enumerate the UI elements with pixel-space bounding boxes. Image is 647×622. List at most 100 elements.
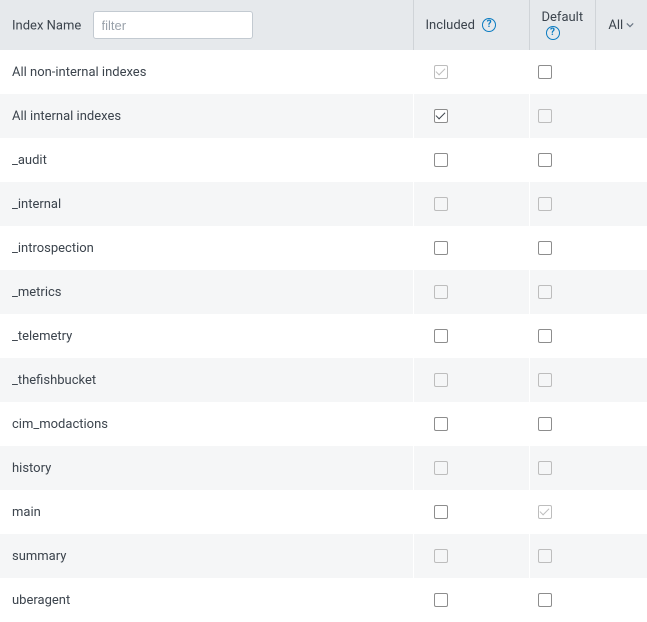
header-default: Default ? <box>529 0 595 50</box>
index-name-cell: All internal indexes <box>0 94 413 138</box>
default-cell <box>529 402 647 446</box>
chevron-down-icon <box>626 18 634 33</box>
all-dropdown-button[interactable]: All <box>608 18 634 33</box>
table-row: _metrics <box>0 270 647 314</box>
default-cell <box>529 490 647 534</box>
default-checkbox <box>538 285 552 299</box>
table-row: _internal <box>0 182 647 226</box>
index-name-cell: summary <box>0 534 413 578</box>
default-cell <box>529 534 647 578</box>
included-cell <box>413 226 529 270</box>
default-cell <box>529 578 647 622</box>
index-name: All non-internal indexes <box>12 65 146 80</box>
included-checkbox <box>434 65 448 79</box>
table-row: _thefishbucket <box>0 358 647 402</box>
index-name-cell: _introspection <box>0 226 413 270</box>
default-cell <box>529 358 647 402</box>
included-cell <box>413 94 529 138</box>
index-name: _audit <box>12 153 47 168</box>
included-checkbox[interactable] <box>434 153 448 167</box>
index-name-cell: _metrics <box>0 270 413 314</box>
index-name-cell: history <box>0 446 413 490</box>
included-checkbox[interactable] <box>434 241 448 255</box>
index-name-label: Index Name <box>12 19 81 34</box>
index-name: _introspection <box>12 241 94 256</box>
index-name: history <box>12 461 51 476</box>
all-label: All <box>608 18 623 33</box>
header-index-name: Index Name <box>0 0 413 50</box>
index-name-cell: main <box>0 490 413 534</box>
default-checkbox[interactable] <box>538 593 552 607</box>
default-cell <box>529 182 647 226</box>
index-name: main <box>12 505 41 520</box>
included-checkbox[interactable] <box>434 417 448 431</box>
included-checkbox[interactable] <box>434 505 448 519</box>
included-cell <box>413 578 529 622</box>
default-checkbox[interactable] <box>538 329 552 343</box>
index-name-cell: _audit <box>0 138 413 182</box>
included-cell <box>413 138 529 182</box>
help-icon[interactable]: ? <box>546 26 560 40</box>
default-checkbox[interactable] <box>538 241 552 255</box>
index-name: All internal indexes <box>12 109 121 124</box>
default-checkbox[interactable] <box>538 417 552 431</box>
included-cell <box>413 314 529 358</box>
default-checkbox[interactable] <box>538 153 552 167</box>
table-row: history <box>0 446 647 490</box>
default-checkbox[interactable] <box>538 65 552 79</box>
index-name-cell: uberagent <box>0 578 413 622</box>
table-row: uberagent <box>0 578 647 622</box>
included-checkbox[interactable] <box>434 109 448 123</box>
default-checkbox <box>538 549 552 563</box>
included-cell <box>413 446 529 490</box>
index-name-cell: All non-internal indexes <box>0 50 413 94</box>
index-name: _thefishbucket <box>12 373 96 388</box>
help-icon[interactable]: ? <box>482 18 496 32</box>
default-cell <box>529 226 647 270</box>
table-header-row: Index Name Included ? Default ? All <box>0 0 647 50</box>
table-row: _telemetry <box>0 314 647 358</box>
included-cell <box>413 490 529 534</box>
index-name-cell: _telemetry <box>0 314 413 358</box>
index-name: cim_modactions <box>12 417 108 432</box>
index-name: uberagent <box>12 593 70 608</box>
index-name-cell: _thefishbucket <box>0 358 413 402</box>
table-row: _audit <box>0 138 647 182</box>
table-row: summary <box>0 534 647 578</box>
included-cell <box>413 270 529 314</box>
default-label: Default <box>542 10 584 25</box>
table-row: All internal indexes <box>0 94 647 138</box>
index-name: _internal <box>12 197 61 212</box>
default-cell <box>529 314 647 358</box>
index-name-cell: cim_modactions <box>0 402 413 446</box>
index-name-cell: _internal <box>0 182 413 226</box>
default-checkbox <box>538 505 552 519</box>
table-row: All non-internal indexes <box>0 50 647 94</box>
default-cell <box>529 94 647 138</box>
default-cell <box>529 446 647 490</box>
default-cell <box>529 270 647 314</box>
filter-input[interactable] <box>93 11 253 39</box>
header-all: All <box>595 0 647 50</box>
included-label: Included <box>426 18 475 33</box>
table-row: cim_modactions <box>0 402 647 446</box>
header-included: Included ? <box>413 0 529 50</box>
included-checkbox <box>434 285 448 299</box>
included-cell <box>413 50 529 94</box>
included-cell <box>413 402 529 446</box>
default-checkbox <box>538 109 552 123</box>
default-checkbox <box>538 461 552 475</box>
included-checkbox <box>434 373 448 387</box>
included-cell <box>413 182 529 226</box>
included-cell <box>413 358 529 402</box>
included-checkbox <box>434 197 448 211</box>
included-checkbox[interactable] <box>434 329 448 343</box>
included-checkbox <box>434 461 448 475</box>
index-name: _metrics <box>12 285 62 300</box>
default-cell <box>529 138 647 182</box>
included-cell <box>413 534 529 578</box>
included-checkbox[interactable] <box>434 593 448 607</box>
default-cell <box>529 50 647 94</box>
index-name: _telemetry <box>12 329 72 344</box>
indexes-table: Index Name Included ? Default ? All <box>0 0 647 622</box>
